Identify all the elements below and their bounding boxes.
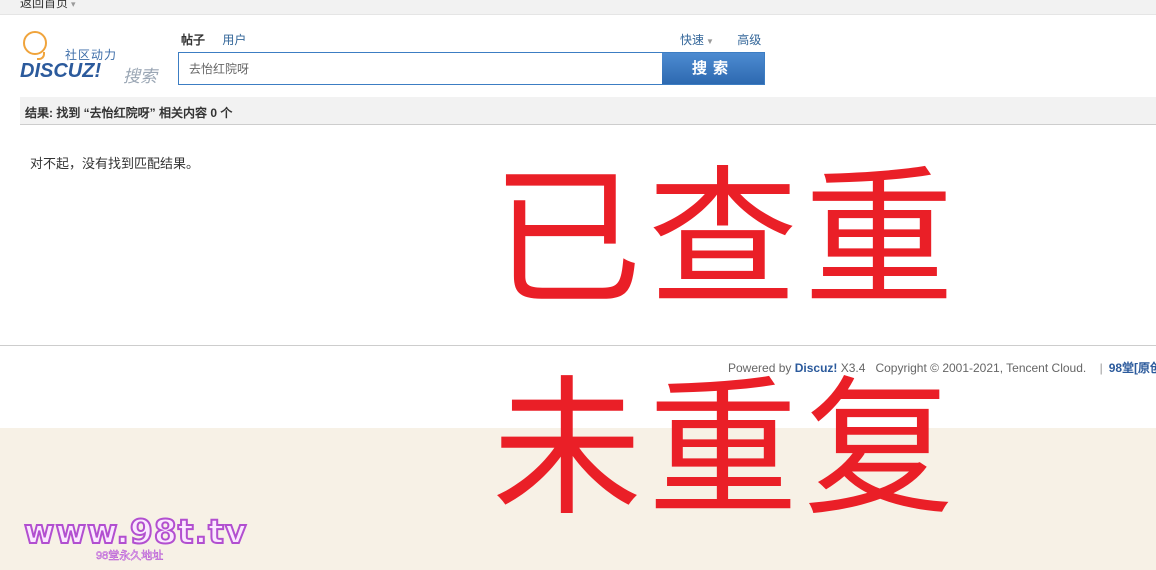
tab-posts[interactable]: 帖子 <box>181 33 205 47</box>
footer-divider <box>0 345 1156 346</box>
site-watermark-sub: 98堂永久地址 <box>96 550 164 563</box>
empty-result-message: 对不起，没有找到匹配结果。 <box>30 156 200 171</box>
back-home-link[interactable]: 返回首页 ▾ <box>20 0 76 11</box>
search-mode-links: 快速 ▼ 高级 <box>680 31 761 48</box>
tab-users[interactable]: 用户 <box>222 33 246 47</box>
search-input[interactable] <box>181 55 661 82</box>
chevron-down-icon: ▾ <box>71 0 76 9</box>
site-watermark: www.98t.tv <box>23 511 248 552</box>
discuz-logo[interactable]: 社区动力 DISCUZ! 搜索 <box>20 28 160 86</box>
search-type-tabs: 帖子 用户 <box>181 31 260 48</box>
logo-brand: DISCUZ! <box>20 60 102 82</box>
stamp-not-duplicate: 未重复 <box>492 363 961 537</box>
search-button[interactable]: 搜索 <box>662 53 764 84</box>
result-summary-bar: 结果: 找到 “去怡红院呀” 相关内容 0 个 <box>20 97 1156 125</box>
site-link[interactable]: 98堂[原创 <box>1109 361 1156 375</box>
stamp-checked: 已查重 <box>492 153 961 327</box>
quick-search-link[interactable]: 快速 <box>680 33 704 47</box>
top-bar: 返回首页 ▾ <box>0 0 1156 15</box>
result-summary: 结果: 找到 “去怡红院呀” 相关内容 0 个 <box>25 106 233 120</box>
search-box: 搜索 <box>178 52 765 85</box>
chevron-down-icon: ▼ <box>706 37 714 46</box>
advanced-search-link[interactable]: 高级 <box>737 33 761 47</box>
logo-brand-sub: 搜索 <box>123 67 157 86</box>
